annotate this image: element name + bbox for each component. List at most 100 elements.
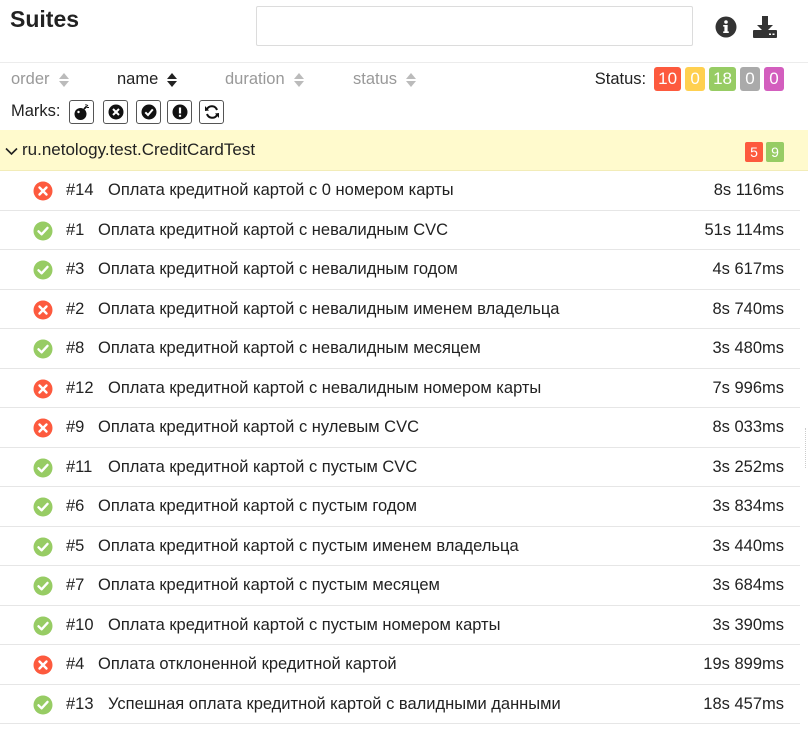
sort-name-label: name [117,70,159,88]
status-count-broken[interactable]: 0 [685,67,706,91]
test-row[interactable]: #2 Оплата кредитной картой с невалидным и… [0,290,800,329]
test-row[interactable]: #12 Оплата кредитной картой с невалидным … [0,369,800,408]
passed-status-icon [33,221,53,241]
test-duration: 4s 617ms [712,260,784,278]
test-row[interactable]: #5 Оплата кредитной картой с пустым имене… [0,527,800,566]
sort-arrows-icon [293,72,304,88]
times-circle-icon [108,104,123,120]
test-uid: #6 [66,497,85,515]
refresh-icon [204,105,219,119]
suite-failed-count: 5 [745,142,763,162]
test-row[interactable]: #8 Оплата кредитной картой с невалидным м… [0,329,800,369]
test-duration: 3s 440ms [712,536,784,555]
sort-bar: order name duration status Status: 10 0 … [0,62,808,96]
status-count-failed[interactable]: 10 [654,67,682,91]
check-circle-icon [141,104,156,120]
test-row[interactable]: #6 Оплата кредитной картой с пустым годом… [0,487,800,527]
test-duration: 8s 740ms [712,299,784,318]
sort-arrows-icon [406,72,417,88]
test-duration: 3s 390ms [712,615,784,634]
exclamation-circle-icon [172,104,187,120]
test-name: Оплата кредитной картой с невалидным год… [98,260,458,278]
sort-status-label: status [353,70,398,88]
sort-order-button[interactable]: order [11,70,69,89]
test-uid: #14 [66,181,94,199]
test-name: Оплата кредитной картой с невалидным мес… [98,339,481,357]
download-icon[interactable] [752,14,778,40]
test-row[interactable]: #14 Оплата кредитной картой с 0 номером к… [0,171,800,211]
test-name: Оплата кредитной картой с пустым именем … [98,536,519,555]
sort-duration-button[interactable]: duration [225,70,304,89]
test-row[interactable]: #7 Оплата кредитной картой с пустым месяц… [0,566,800,606]
passed-status-icon [33,458,53,478]
failed-status-icon [33,379,53,399]
sort-status-button[interactable]: status [353,70,417,89]
test-name: Оплата кредитной картой с пустым номером… [108,615,501,634]
sort-order-label: order [11,70,50,88]
test-duration: 18s 457ms [703,694,784,713]
test-name: Оплата кредитной картой с пустым CVC [108,457,418,476]
failed-status-icon [33,300,53,320]
test-name: Оплата кредитной картой с нулевым CVC [98,418,419,436]
mark-flaky-button[interactable] [69,100,94,124]
failed-status-icon [33,418,53,438]
test-uid: #9 [66,418,85,436]
test-uid: #3 [66,260,85,278]
search-input[interactable] [256,6,693,46]
mark-new-passed-button[interactable] [136,100,161,124]
test-duration: 3s 684ms [712,576,784,594]
sort-name-button[interactable]: name [117,70,178,89]
test-uid: #5 [66,536,85,555]
sort-arrows-icon [58,72,69,88]
test-row[interactable]: #3 Оплата кредитной картой с невалидным г… [0,250,800,290]
test-row[interactable]: #11 Оплата кредитной картой с пустым CVC 3… [0,448,800,487]
test-name: Оплата кредитной картой с пустым годом [98,497,418,515]
test-duration: 8s 116ms [713,181,784,199]
test-list: #14 Оплата кредитной картой с 0 номером к… [0,171,808,724]
page-title: Suites [10,6,80,32]
passed-status-icon [33,260,53,280]
mark-new-broken-button[interactable] [167,100,192,124]
test-uid: #8 [66,339,85,357]
mark-retries-button[interactable] [199,100,224,124]
test-duration: 7s 996ms [712,378,784,397]
test-row[interactable]: #10 Оплата кредитной картой с пустым номе… [0,606,800,645]
test-uid: #13 [66,694,94,713]
marks-bar: Marks: [0,96,808,130]
suite-group-header[interactable]: ru.netology.test.CreditCardTest 5 9 [0,130,808,171]
passed-status-icon [33,497,53,517]
test-duration: 3s 834ms [712,497,784,515]
test-duration: 3s 480ms [712,339,784,357]
test-name: Оплата кредитной картой с невалидным име… [98,299,560,318]
test-uid: #10 [66,615,94,634]
test-duration: 51s 114ms [704,220,785,239]
test-duration: 8s 033ms [712,418,784,436]
test-duration: 3s 252ms [712,457,784,476]
test-name: Оплата кредитной картой с пустым месяцем [98,576,440,594]
test-row[interactable]: #4 Оплата отклоненной кредитной картой 19s… [0,645,800,685]
test-row[interactable]: #13 Успешная оплата кредитной картой с ва… [0,685,800,724]
header: Suites [0,0,808,62]
failed-status-icon [33,181,53,201]
suite-passed-count: 9 [766,142,784,162]
chevron-down-icon[interactable] [5,143,18,161]
test-name: Успешная оплата кредитной картой с валид… [108,694,561,713]
passed-status-icon [33,695,53,715]
test-uid: #1 [66,220,85,239]
test-uid: #7 [66,576,85,594]
test-uid: #12 [66,378,94,397]
test-uid: #2 [66,299,85,318]
sort-duration-label: duration [225,70,285,88]
test-row[interactable]: #1 Оплата кредитной картой с невалидным C… [0,211,800,250]
bomb-icon [74,103,89,120]
test-uid: #11 [66,457,93,476]
test-name: Оплата кредитной картой с невалидным CVC [98,220,449,239]
status-count-skipped[interactable]: 0 [740,67,760,91]
status-count-unknown[interactable]: 0 [764,67,784,91]
test-row[interactable]: #9 Оплата кредитной картой с нулевым CVC 8… [0,408,800,448]
status-filter: Status: 10 0 18 0 0 [595,67,784,91]
info-icon[interactable] [713,14,739,40]
test-uid: #4 [66,655,85,673]
mark-new-failed-button[interactable] [103,100,128,124]
status-count-passed[interactable]: 18 [709,67,736,91]
